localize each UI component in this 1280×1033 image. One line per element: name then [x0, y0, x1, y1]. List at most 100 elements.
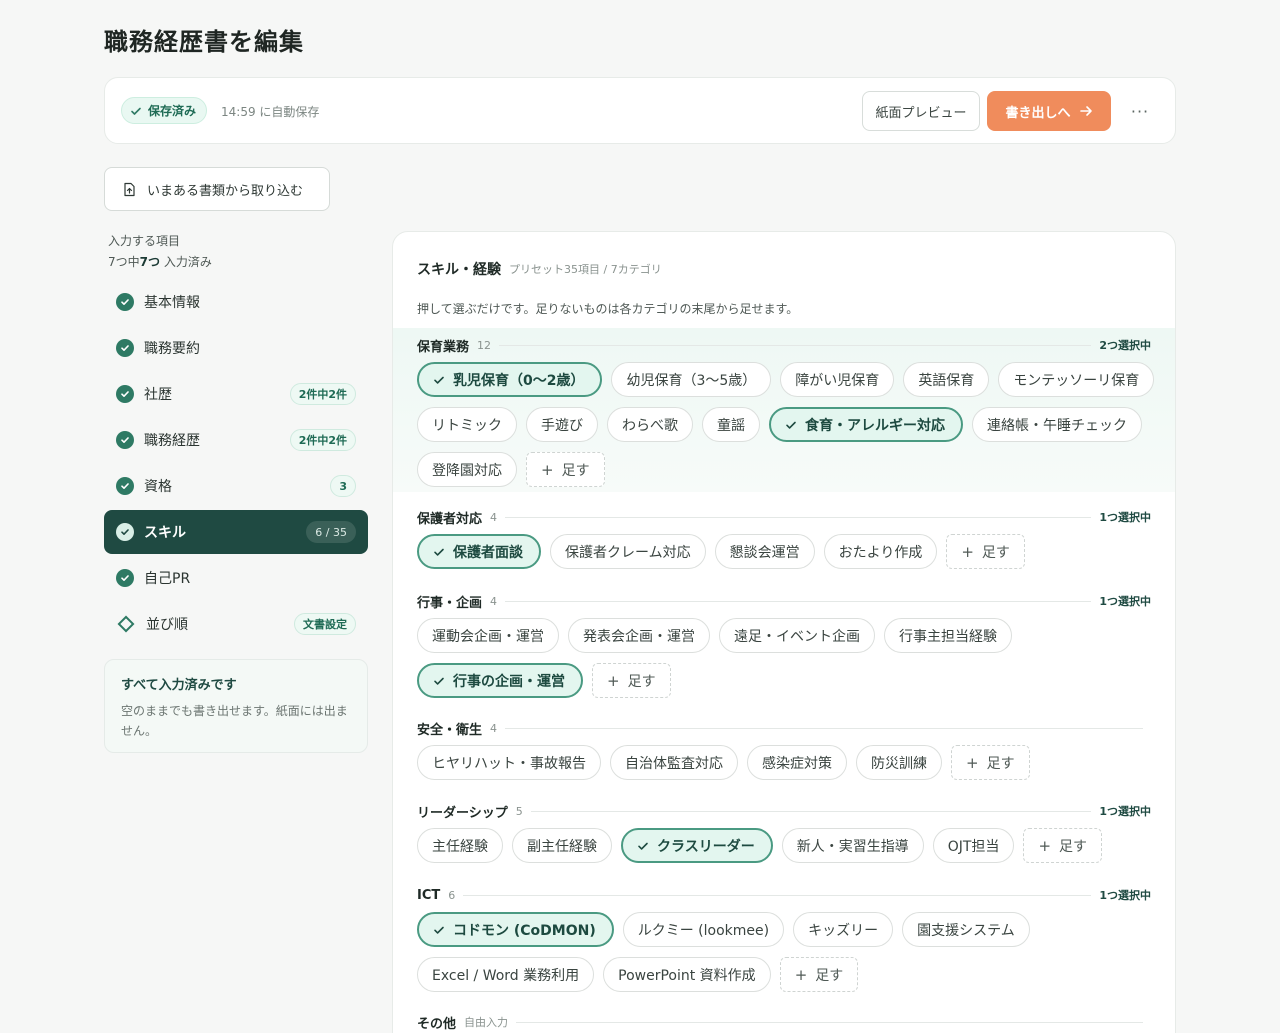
skill-chip[interactable]: 園支援システム	[902, 912, 1030, 947]
skill-chip[interactable]: 保護者クレーム対応	[550, 534, 706, 569]
check-icon	[786, 421, 796, 429]
add-skill-button[interactable]: + 足す	[946, 534, 1025, 569]
add-skill-label: 足す	[1059, 838, 1088, 855]
skill-chip[interactable]: 行事の企画・運営	[417, 663, 583, 698]
sidebar-item-count: 2件中2件	[289, 429, 356, 451]
add-skill-button[interactable]: + 足す	[779, 957, 859, 992]
skill-chip[interactable]: 手遊び	[526, 407, 598, 442]
skill-chip[interactable]: リトミック	[417, 407, 517, 442]
skill-chip[interactable]: 食育・アレルギー対応	[769, 407, 963, 442]
skill-chip[interactable]: 主任経験	[417, 828, 503, 863]
category-name: リーダーシップ	[417, 805, 508, 821]
category-divider	[530, 810, 1092, 812]
skill-chip-label: コドモン (CoDMON)	[453, 922, 596, 939]
skill-chip[interactable]: 自治体監査対応	[610, 745, 738, 780]
skill-chip-label: おたより作成	[838, 544, 923, 561]
sidebar-item[interactable]: スキル 6 / 35	[104, 510, 368, 554]
skill-chip-label: 手遊び	[541, 417, 583, 434]
sidebar-item[interactable]: 自己PR	[104, 556, 368, 600]
check-circle-icon	[116, 339, 134, 357]
sidebar-item[interactable]: 並び順 文書設定	[104, 602, 368, 646]
add-skill-button[interactable]: + 足す	[526, 452, 605, 487]
skill-chip-list: 主任経験 副主任経験 クラスリーダー 新人・実習生指導 OJT担当 + 足す	[417, 828, 1157, 863]
skill-chip[interactable]: 保護者面談	[417, 534, 541, 569]
export-label: 書き出しへ	[1005, 105, 1071, 121]
skill-chip[interactable]: 乳児保育（0〜2歳）	[417, 362, 603, 397]
category-divider	[499, 344, 1092, 346]
skill-chip[interactable]: 童謡	[702, 407, 760, 442]
sidebar-item[interactable]: 資格 3	[104, 464, 368, 508]
check-icon	[434, 677, 444, 685]
sidebar-item[interactable]: 職務経歴 2件中2件	[104, 418, 368, 462]
export-button[interactable]: 書き出しへ	[987, 91, 1111, 131]
skill-chip[interactable]: 感染症対策	[747, 745, 847, 780]
skill-chip-label: モンテッソーリ保育	[1013, 372, 1140, 389]
sidebar-item-count: 2件中2件	[289, 383, 356, 405]
skill-chip-label: ルクミー (lookmee)	[637, 922, 770, 939]
skill-chip[interactable]: ルクミー (lookmee)	[622, 912, 785, 947]
skill-chip-label: 感染症対策	[762, 755, 832, 772]
skill-chip[interactable]: PowerPoint 資料作成	[603, 957, 771, 992]
skill-chip[interactable]: モンテッソーリ保育	[998, 362, 1155, 397]
skill-chip[interactable]: コドモン (CoDMON)	[417, 912, 614, 947]
skill-chip[interactable]: クラスリーダー	[621, 828, 773, 863]
check-circle-icon	[116, 523, 134, 541]
skill-chip[interactable]: 新人・実習生指導	[781, 828, 924, 863]
skill-chip[interactable]: 遠足・イベント企画	[719, 618, 875, 653]
skill-chip[interactable]: 障がい児保育	[780, 362, 895, 397]
add-skill-button[interactable]: + 足す	[592, 663, 671, 698]
category-divider	[463, 894, 1092, 896]
plus-icon: +	[541, 460, 554, 479]
category-header: 保育業務 12 2つ選択中	[417, 337, 1151, 355]
skill-chip[interactable]: わらべ歌	[607, 407, 693, 442]
skill-chip-label: 障がい児保育	[795, 372, 880, 389]
skill-chip[interactable]: 登降園対応	[417, 452, 517, 487]
skill-chip[interactable]: おたより作成	[823, 534, 938, 569]
skill-chip[interactable]: 運動会企画・運営	[417, 618, 559, 653]
category-count: 5	[515, 804, 523, 818]
skill-chip-label: 食育・アレルギー対応	[805, 417, 945, 434]
skill-chip-label: 発表会企画・運営	[583, 628, 695, 645]
skill-chip[interactable]: 連絡帳・午睡チェック	[972, 407, 1142, 442]
sidebar-item-label: 自己PR	[144, 571, 191, 587]
sidebar-item[interactable]: 社歴 2件中2件	[104, 372, 368, 416]
skill-chip[interactable]: 副主任経験	[512, 828, 612, 863]
skill-chip-label: 行事の企画・運営	[453, 673, 565, 690]
sidebar-item-count: 3	[330, 475, 356, 497]
skill-chip-label: 登降園対応	[432, 462, 502, 479]
add-skill-button[interactable]: + 足す	[1023, 828, 1103, 863]
category-selected-count: 1つ選択中	[1099, 511, 1151, 524]
skill-chip[interactable]: 行事主担当経験	[884, 618, 1012, 653]
skill-chip[interactable]: 防災訓練	[856, 745, 942, 780]
skill-chip[interactable]: 幼児保育（3〜5歳）	[611, 362, 772, 397]
skill-chip[interactable]: 懇談会運営	[714, 534, 815, 569]
add-skill-button[interactable]: + 足す	[951, 745, 1030, 780]
plus-icon: +	[961, 542, 974, 561]
sidebar-item-label: 職務要約	[144, 341, 200, 357]
more-menu-icon[interactable]: ···	[1127, 98, 1153, 124]
category-header: リーダーシップ 5 1つ選択中	[417, 803, 1151, 821]
plus-icon: +	[1038, 836, 1052, 855]
sidebar-item[interactable]: 基本情報	[104, 280, 368, 324]
check-icon	[121, 391, 129, 397]
sidebar-item-count: 6 / 35	[306, 521, 356, 543]
check-circle-icon	[116, 293, 134, 311]
category-count: 4	[490, 510, 498, 524]
skill-chip[interactable]: ヒヤリハット・事故報告	[417, 745, 601, 780]
sidebar-progress: 7つ中7つ 入力済み	[108, 253, 212, 270]
sidebar-item-label: 基本情報	[144, 295, 200, 311]
skill-chip[interactable]: 発表会企画・運営	[568, 618, 710, 653]
skill-chip[interactable]: 英語保育	[903, 362, 990, 397]
skill-chip[interactable]: キッズリー	[793, 912, 894, 947]
sidebar-item-label: 職務経歴	[144, 433, 200, 449]
import-document-button[interactable]: いまある書類から取り込む	[104, 167, 330, 211]
check-icon	[121, 529, 129, 535]
skill-chip[interactable]: OJT担当	[932, 828, 1015, 863]
completion-text: 空のままでも書き出せます。紙面には出ません。	[121, 704, 348, 738]
sidebar-item[interactable]: 職務要約	[104, 326, 368, 370]
preview-button[interactable]: 紙面プレビュー	[862, 91, 980, 131]
skill-chip-label: Excel / Word 業務利用	[432, 967, 580, 984]
skills-panel: スキル・経験 プリセット35項目 / 7カテゴリ 押して選ぶだけです。足りないも…	[392, 231, 1176, 1033]
skill-chip[interactable]: Excel / Word 業務利用	[417, 957, 595, 992]
check-icon	[121, 483, 129, 489]
